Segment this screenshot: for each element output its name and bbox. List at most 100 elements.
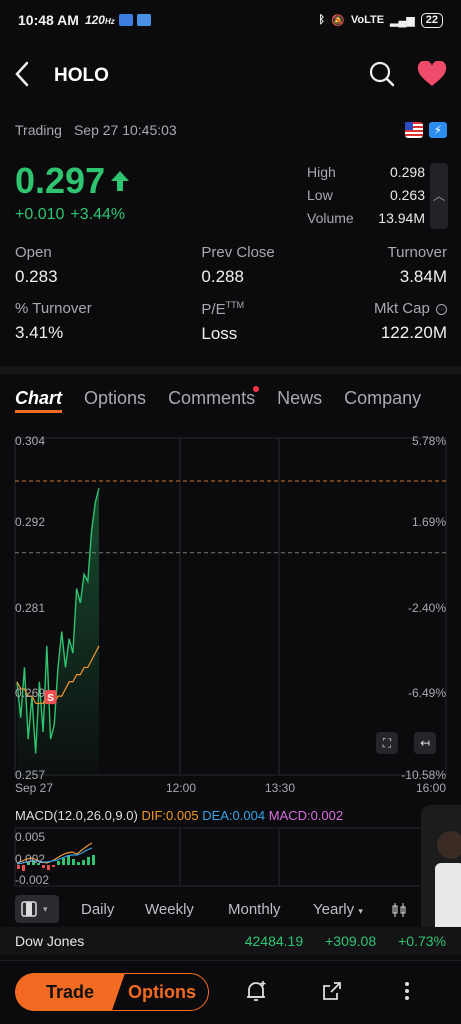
battery-icon: 22 <box>420 12 443 28</box>
x-tick: 12:00 <box>166 781 197 795</box>
collapse-chevron-icon[interactable]: ︿ <box>430 163 448 229</box>
macd-histogram-bar <box>72 859 75 865</box>
period-weekly[interactable]: Weekly <box>145 901 194 918</box>
macd-histogram-bar <box>67 856 70 865</box>
macd-frame <box>14 827 447 887</box>
low-value: 0.263 <box>389 186 425 203</box>
macd-histogram-bar <box>92 855 95 865</box>
bluetooth-icon: ᛒ <box>318 14 326 26</box>
share-icon[interactable] <box>318 977 346 1005</box>
y-right-tick: 1.69% <box>411 515 446 529</box>
trade-button[interactable]: Trade <box>15 973 125 1011</box>
stat-prev-close-label: Prev Close <box>201 244 275 261</box>
x-tick: 13:30 <box>265 781 296 795</box>
tab-news[interactable]: News <box>277 388 322 413</box>
macd-tick: 0.005 <box>15 830 46 844</box>
high-label: High <box>307 163 336 180</box>
youtube-icon <box>118 14 133 26</box>
status-indicators: ᛒ 🔕 VoLTE ▂▄▆ 22 <box>318 12 443 28</box>
stat-pe-label-sup: TTM <box>225 300 245 310</box>
price-alert-bell-icon[interactable] <box>242 977 270 1005</box>
tab-bar: Chart Options Comments News Company <box>15 386 461 413</box>
y-left-tick: 0.292 <box>15 515 46 529</box>
status-time: 10:48 AM <box>18 12 79 28</box>
tab-options[interactable]: Options <box>84 388 146 413</box>
intraday-chart[interactable]: S 0.304 0.292 0.281 0.269 0.257 5.78% 1.… <box>0 430 461 800</box>
section-divider <box>0 366 461 374</box>
macd-tick: 0.002 <box>15 852 46 866</box>
chevron-down-icon: ▾ <box>358 906 363 916</box>
index-ticker[interactable]: Dow Jones 42484.19 +309.08 +0.73% <box>0 927 461 955</box>
last-price: 0.297 <box>15 160 131 202</box>
macd-tick: -0.002 <box>15 873 50 887</box>
volume-row: Volume 13.94M <box>307 206 425 229</box>
chart-type-toggle[interactable]: ▾ <box>15 895 59 923</box>
y-left-tick: 0.257 <box>15 768 46 782</box>
lightning-icon[interactable]: ⚡ <box>429 122 447 138</box>
price-block: 0.297 +0.010 +3.44% <box>15 160 131 224</box>
stat-open-value: 0.283 <box>15 267 58 286</box>
stat-pct-turnover: % Turnover 3.41% <box>15 300 151 344</box>
search-icon[interactable] <box>369 61 395 92</box>
mute-icon: 🔕 <box>331 14 345 27</box>
macd-histogram-bar <box>82 860 85 865</box>
trading-status-row: Trading Sep 27 10:45:03 ⚡ <box>15 122 447 138</box>
tab-company[interactable]: Company <box>344 388 421 413</box>
macd-chart-svg[interactable] <box>0 808 461 888</box>
stat-mkt-cap-label-text: Mkt Cap <box>373 300 430 317</box>
refresh-rate: 120Hz <box>85 13 115 27</box>
stat-mkt-cap: Mkt Cap ··· 122.20M <box>311 300 447 344</box>
more-info-icon[interactable]: ··· <box>436 303 447 315</box>
y-right-tick: -6.49% <box>407 686 446 700</box>
stat-pe-label-text: P/E <box>201 301 226 318</box>
price-change-pct: +3.44% <box>70 206 126 223</box>
price-change-abs: +0.010 <box>15 206 65 223</box>
ticker-name: Dow Jones <box>15 933 85 949</box>
ticker-change-pct: +0.73% <box>398 933 446 949</box>
stat-pe-value: Loss <box>201 324 238 343</box>
more-options-icon[interactable] <box>393 977 421 1005</box>
stat-turnover-label: Turnover <box>387 244 447 261</box>
low-row: Low 0.263 <box>307 183 425 206</box>
volume-value: 13.94M <box>378 209 425 226</box>
stat-open: Open 0.283 <box>15 244 151 287</box>
y-left-tick: 0.304 <box>15 434 46 448</box>
ticker-change: +309.08 <box>325 933 377 949</box>
period-yearly-label: Yearly <box>313 901 355 918</box>
tab-chart[interactable]: Chart <box>15 388 63 413</box>
stat-turnover: Turnover 3.84M <box>311 244 447 287</box>
scroll-to-start-icon[interactable]: ↤ <box>414 732 436 754</box>
up-arrow-icon <box>109 160 131 202</box>
y-right-tick: 5.78% <box>411 434 446 448</box>
high-low-volume: High 0.298 Low 0.263 Volume 13.94M <box>307 160 425 229</box>
y-right-tick: -2.40% <box>407 601 446 615</box>
period-monthly[interactable]: Monthly <box>228 901 281 918</box>
x-tick: 16:00 <box>415 781 446 795</box>
bottom-action-bar: Options Trade <box>0 960 461 1024</box>
trading-timestamp: Sep 27 10:45:03 <box>73 122 177 138</box>
refresh-rate-unit: Hz <box>104 17 115 26</box>
low-label: Low <box>307 186 333 203</box>
tab-comments[interactable]: Comments <box>168 386 260 413</box>
candlestick-icon[interactable] <box>391 902 407 922</box>
stat-open-label: Open <box>15 244 52 261</box>
macd-histogram-bar <box>77 862 80 865</box>
period-daily[interactable]: Daily <box>81 901 114 918</box>
favorite-heart-icon[interactable] <box>417 59 447 92</box>
stat-mkt-cap-value: 122.20M <box>380 323 447 342</box>
maps-icon <box>136 14 151 26</box>
volume-label: Volume <box>307 209 354 226</box>
fullscreen-icon[interactable]: ⛶ <box>376 732 398 754</box>
trading-state: Trading <box>15 122 62 138</box>
macd-panel[interactable]: MACD(12.0,26.0,9.0) DIF:0.005 DEA:0.004 … <box>0 808 461 888</box>
period-yearly[interactable]: Yearly ▾ <box>313 901 363 918</box>
last-price-value: 0.297 <box>15 160 106 201</box>
high-value: 0.298 <box>389 163 425 180</box>
stat-pct-turnover-label: % Turnover <box>15 300 92 317</box>
high-row: High 0.298 <box>307 160 425 183</box>
y-left-tick: 0.269 <box>15 686 46 700</box>
macd-histogram-bar <box>87 857 90 865</box>
back-icon[interactable] <box>14 61 30 92</box>
stat-turnover-value: 3.84M <box>399 267 447 286</box>
stat-pe-label: P/ETTM <box>201 300 310 318</box>
